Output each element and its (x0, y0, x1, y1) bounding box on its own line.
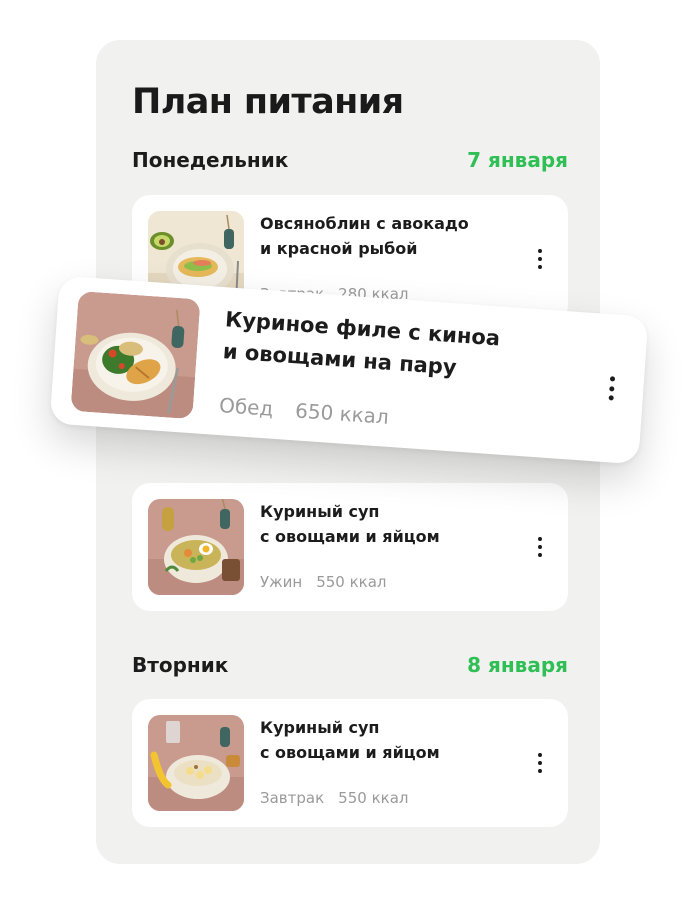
meal-type: Завтрак (260, 789, 325, 807)
meal-calories: 550 ккал (316, 573, 387, 591)
meal-meta: Обед 650 ккал (218, 393, 389, 429)
meal-type: Ужин (260, 573, 303, 591)
more-options-icon[interactable] (530, 533, 550, 561)
meal-card-monday-dinner[interactable]: Куриный суп с овощами и яйцом Ужин 550 кк… (132, 483, 568, 611)
meal-title: Куриный суп с овощами и яйцом (260, 718, 440, 762)
porridge-banana-bowl-icon (148, 715, 244, 811)
meal-type: Обед (218, 393, 275, 421)
meal-title: Куриный суп с овощами и яйцом (260, 502, 440, 546)
page-title: План питания (132, 82, 404, 122)
more-options-icon[interactable] (530, 749, 550, 777)
meal-title: Куриное филе с киноа и овощами на пару (222, 307, 501, 380)
meal-calories: 650 ккал (294, 398, 390, 429)
meal-meta: Завтрак 550 ккал (260, 789, 408, 807)
meal-calories: 550 ккал (338, 789, 409, 807)
chicken-soup-bowl-icon (148, 499, 244, 595)
meal-meta: Ужин 550 ккал (260, 573, 387, 591)
day-date-monday: 7 января (467, 148, 568, 172)
day-label-monday: Понедельник (132, 148, 289, 172)
meal-title: Овсяноблин с авокадо и красной рыбой (260, 214, 469, 258)
chicken-quinoa-plate-icon (70, 290, 201, 420)
more-options-icon[interactable] (600, 372, 622, 405)
more-options-icon[interactable] (530, 245, 550, 273)
day-label-tuesday: Вторник (132, 653, 229, 677)
day-date-tuesday: 8 января (467, 653, 568, 677)
meal-card-tuesday-breakfast[interactable]: Куриный суп с овощами и яйцом Завтрак 550… (132, 699, 568, 827)
